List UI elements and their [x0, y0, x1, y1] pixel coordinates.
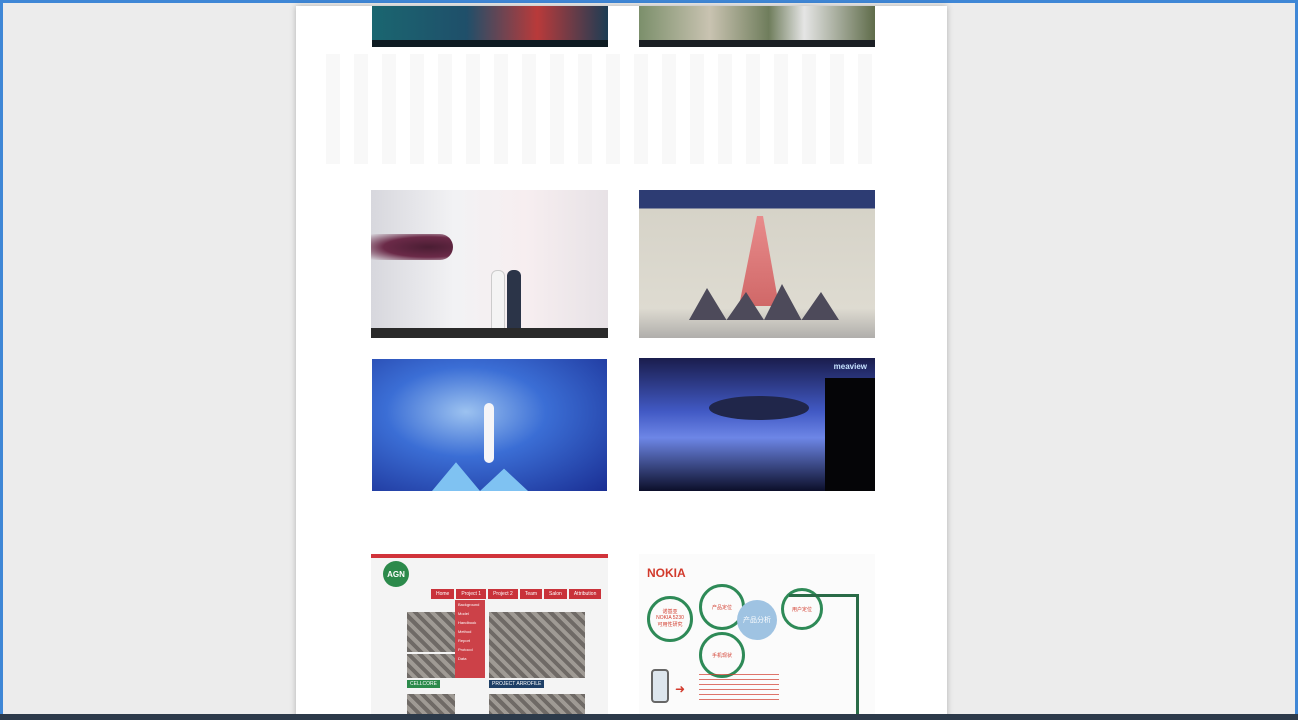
agn-section-label: PROJECT ARROFILE: [489, 680, 545, 688]
agn-nav-item: Team: [519, 589, 543, 599]
thumbnail-dance-white-stage[interactable]: [371, 190, 608, 338]
dancer-figure: [507, 270, 521, 330]
nokia-circle-text: 手机现状: [711, 653, 732, 659]
nokia-text-lines: [699, 674, 779, 702]
bottom-taskbar-strip: [0, 714, 1298, 720]
red-tower-shape: [739, 216, 779, 306]
watermark-logo: meaview: [833, 362, 867, 371]
agn-dropdown-menu: Background Model Handbook Method Report …: [455, 600, 485, 678]
dancer-figure: [491, 270, 505, 330]
agn-nav-bar: Home Project 1 Project 2 Team Salon Attr…: [431, 589, 602, 599]
floating-shape: [709, 396, 809, 420]
agn-section-label: CELLCORE: [407, 680, 440, 688]
nokia-bracket-line: [789, 594, 859, 720]
thumbnail-dance-red-tower[interactable]: [639, 190, 875, 338]
thumbnail-projection-map[interactable]: [372, 6, 608, 47]
document-page: meaview AGN Home Project 1 Project 2 Tea…: [296, 6, 947, 720]
agn-menu-item: Method: [458, 629, 472, 634]
phone-icon: [651, 669, 669, 703]
dancer-figure: [484, 403, 494, 463]
agn-photo: [489, 612, 585, 678]
agn-nav-item: Attribution: [568, 589, 602, 599]
faded-text-ghost: [326, 54, 886, 164]
agn-menu-item: Model: [458, 611, 469, 616]
nokia-circle-text: 诺基亚 NOKIA 5230 可用性研究: [656, 609, 684, 628]
thumbnail-aerial-map[interactable]: [639, 6, 875, 47]
thumbnail-dance-blue-projection[interactable]: [372, 359, 607, 491]
nokia-center-circle: 产品分析: [737, 600, 777, 640]
agn-logo: AGN: [383, 561, 409, 587]
stage-peaks: [432, 462, 528, 491]
window-frame: meaview AGN Home Project 1 Project 2 Tea…: [0, 0, 1298, 720]
agn-photo: [407, 612, 455, 652]
agn-nav-item: Salon: [544, 589, 567, 599]
agn-menu-item: Data: [458, 656, 467, 661]
agn-menu-item: Background: [458, 602, 480, 607]
agn-menu-item: Handbook: [458, 620, 477, 625]
nokia-circle-text: 产品定位: [711, 605, 732, 611]
audience-silhouette: [825, 378, 875, 491]
agn-photo: [407, 654, 455, 678]
thumbnail-agn-website[interactable]: AGN Home Project 1 Project 2 Team Salon …: [371, 554, 608, 720]
agn-nav-item: Project 1: [456, 589, 487, 599]
thumbnail-toolbar-strip: [639, 40, 875, 47]
ink-smoke-shape: [371, 234, 453, 260]
thumbnail-dance-dark-stage[interactable]: meaview: [639, 358, 875, 491]
thumbnail-toolbar-strip: [372, 40, 608, 47]
arrow-right-icon: ➜: [675, 682, 686, 696]
agn-menu-item: Report: [458, 638, 471, 643]
thumbnail-nokia-analysis[interactable]: NOKIA 诺基亚 NOKIA 5230 可用性研究 产品定位 手机现状 产品分…: [639, 554, 875, 720]
agn-nav-item: Home: [431, 589, 455, 599]
stage-floor: [371, 328, 608, 338]
agn-nav-item: Project 2: [488, 589, 518, 599]
nokia-title: NOKIA: [647, 566, 686, 580]
agn-menu-item: Protocol: [458, 647, 473, 652]
